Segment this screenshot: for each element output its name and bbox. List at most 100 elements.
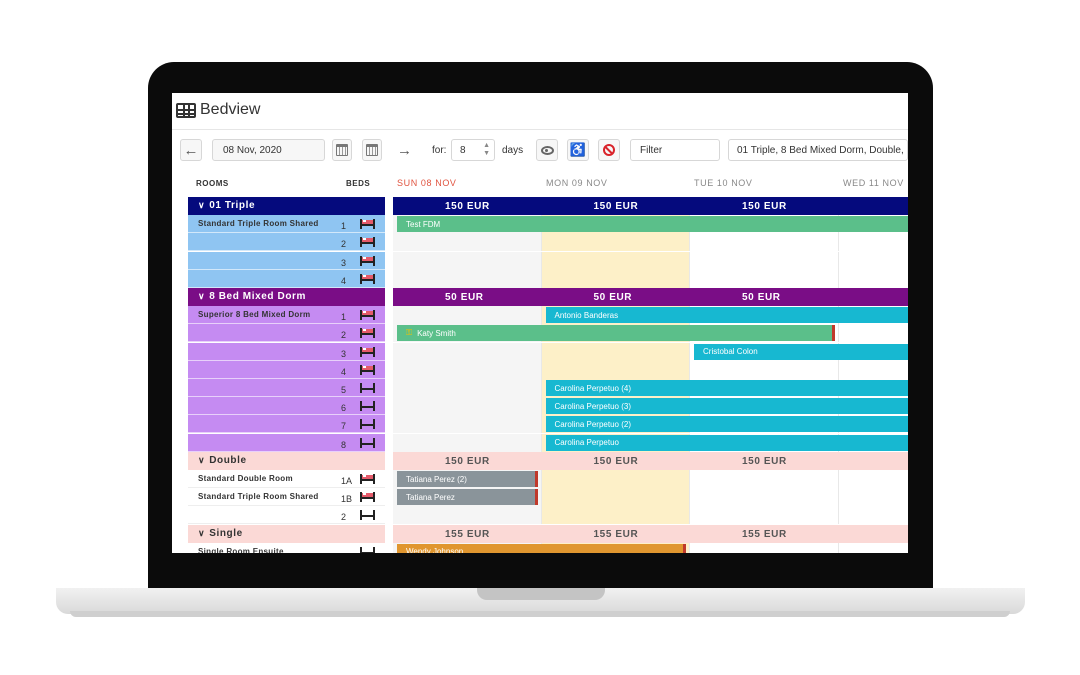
- bed-cell[interactable]: Standard Double Room 1A: [188, 470, 385, 488]
- block-button[interactable]: [598, 139, 620, 161]
- chevron-down-icon[interactable]: ∨: [198, 528, 205, 539]
- bed-cell[interactable]: 8: [188, 433, 385, 452]
- bed-cell[interactable]: Single Room Ensuite: [188, 542, 385, 553]
- bed-timeline[interactable]: [393, 251, 908, 270]
- day-cell[interactable]: [541, 470, 690, 488]
- day-cell[interactable]: [838, 488, 908, 507]
- day-cell[interactable]: [838, 233, 908, 252]
- room-group-header[interactable]: ∨ 8 Bed Mixed Dorm: [188, 288, 385, 306]
- filter-input[interactable]: Filter: [630, 139, 720, 161]
- day-cell[interactable]: [838, 251, 908, 270]
- booking-bar[interactable]: Carolina Perpetuo (2): [545, 416, 908, 433]
- day-cell[interactable]: [541, 506, 690, 525]
- date-field[interactable]: 08 Nov, 2020: [212, 139, 325, 161]
- bed-timeline[interactable]: [393, 269, 908, 288]
- chevron-down-icon[interactable]: ∨: [198, 291, 205, 302]
- day-cell[interactable]: [393, 342, 542, 361]
- bed-cell[interactable]: 3: [188, 342, 385, 361]
- bed-cell[interactable]: 7: [188, 415, 385, 434]
- room-group-row[interactable]: ∨8 Bed Mixed Dorm50 EUR50 EUR50 EUR50: [188, 288, 908, 306]
- booking-bar[interactable]: Cristobal Colon: [694, 343, 908, 360]
- room-group-row[interactable]: ∨Double150 EUR150 EUR150 EUR150: [188, 451, 908, 470]
- room-type-select[interactable]: 01 Triple, 8 Bed Mixed Dorm, Double, S▼: [728, 139, 908, 161]
- bed-cell[interactable]: 3: [188, 251, 385, 270]
- stepper-arrows-icon[interactable]: ▲ ▼: [483, 142, 490, 158]
- day-cell[interactable]: [690, 251, 839, 270]
- day-cell[interactable]: [541, 488, 690, 507]
- day-cell[interactable]: [541, 233, 690, 252]
- bed-row[interactable]: 4: [188, 269, 908, 288]
- day-cell[interactable]: [838, 470, 908, 488]
- room-group-header[interactable]: ∨ 01 Triple: [188, 197, 385, 215]
- day-cell[interactable]: [838, 324, 908, 343]
- booking-bar[interactable]: Test FDM: [397, 216, 908, 233]
- day-cell[interactable]: [393, 379, 542, 397]
- bed-cell[interactable]: 4: [188, 360, 385, 379]
- bed-cell[interactable]: 2: [188, 506, 385, 525]
- room-group-row[interactable]: ∨01 Triple150 EUR150 EUR150 EUR150: [188, 197, 908, 215]
- bed-timeline[interactable]: [393, 506, 908, 525]
- day-cell[interactable]: [393, 306, 542, 325]
- bed-row[interactable]: Standard Double Room 1A: [188, 470, 908, 488]
- day-cell[interactable]: [393, 233, 542, 252]
- bed-timeline[interactable]: [393, 360, 908, 379]
- day-cell[interactable]: [690, 542, 839, 553]
- bed-cell[interactable]: Standard Triple Room Shared 1B: [188, 488, 385, 507]
- calendar-button[interactable]: [332, 139, 352, 161]
- room-group-header[interactable]: ∨ Single: [188, 524, 385, 543]
- day-cell[interactable]: [690, 488, 839, 507]
- bed-cell[interactable]: 2: [188, 233, 385, 252]
- accessibility-button[interactable]: ♿: [567, 139, 589, 161]
- bed-cell[interactable]: Superior 8 Bed Mixed Dorm 1: [188, 306, 385, 325]
- day-cell[interactable]: [690, 233, 839, 252]
- bed-row[interactable]: 2: [188, 233, 908, 252]
- day-cell[interactable]: [541, 342, 690, 361]
- day-cell[interactable]: [690, 506, 839, 525]
- room-group-header[interactable]: ∨ Double: [188, 451, 385, 470]
- day-cell[interactable]: [393, 251, 542, 270]
- chevron-down-icon[interactable]: ∨: [198, 455, 205, 466]
- day-cell[interactable]: [393, 269, 542, 288]
- prev-button[interactable]: ←: [180, 139, 202, 161]
- day-cell[interactable]: [393, 433, 542, 452]
- booking-bar[interactable]: Antonio Banderas: [545, 307, 908, 324]
- bed-timeline[interactable]: [393, 233, 908, 252]
- booking-bar[interactable]: ⚿ Katy Smith: [397, 325, 835, 342]
- bed-cell[interactable]: 6: [188, 397, 385, 416]
- view-button[interactable]: [536, 139, 558, 161]
- bed-row[interactable]: 2: [188, 506, 908, 525]
- booking-bar[interactable]: Carolina Perpetuo (4): [545, 380, 908, 396]
- guest-name: Wendy Johnson: [406, 547, 464, 553]
- day-cell[interactable]: [541, 360, 690, 379]
- booking-bar[interactable]: Tatiana Perez: [397, 489, 538, 506]
- day-cell[interactable]: [690, 360, 839, 379]
- day-cell[interactable]: [541, 251, 690, 270]
- booking-bar[interactable]: Carolina Perpetuo (3): [545, 398, 908, 415]
- days-stepper[interactable]: 8 ▲ ▼: [451, 139, 495, 161]
- day-cell[interactable]: [690, 269, 839, 288]
- day-cell[interactable]: [690, 470, 839, 488]
- bed-cell[interactable]: 5: [188, 379, 385, 397]
- bed-cell[interactable]: Standard Triple Room Shared 1: [188, 215, 385, 234]
- day-cell[interactable]: [393, 360, 542, 379]
- day-cell[interactable]: [838, 269, 908, 288]
- bed-row[interactable]: 3: [188, 251, 908, 270]
- day-cell[interactable]: [838, 360, 908, 379]
- chevron-down-icon[interactable]: ∨: [198, 200, 205, 211]
- booking-bar[interactable]: Wendy Johnson: [397, 543, 686, 553]
- day-cell[interactable]: [393, 506, 542, 525]
- day-cell[interactable]: [541, 269, 690, 288]
- bed-row[interactable]: Standard Triple Room Shared 1B: [188, 488, 908, 507]
- bed-row[interactable]: 4: [188, 360, 908, 379]
- bed-cell[interactable]: 2: [188, 324, 385, 343]
- calendar-range-button[interactable]: [362, 139, 382, 161]
- day-cell[interactable]: [838, 542, 908, 553]
- next-button[interactable]: →: [397, 139, 413, 161]
- room-group-row[interactable]: ∨Single155 EUR155 EUR155 EUR155: [188, 524, 908, 543]
- booking-bar[interactable]: Carolina Perpetuo: [545, 434, 908, 451]
- day-cell[interactable]: [393, 415, 542, 434]
- bed-cell[interactable]: 4: [188, 269, 385, 288]
- day-cell[interactable]: [393, 397, 542, 416]
- day-cell[interactable]: [838, 506, 908, 525]
- booking-bar[interactable]: Tatiana Perez (2): [397, 471, 538, 487]
